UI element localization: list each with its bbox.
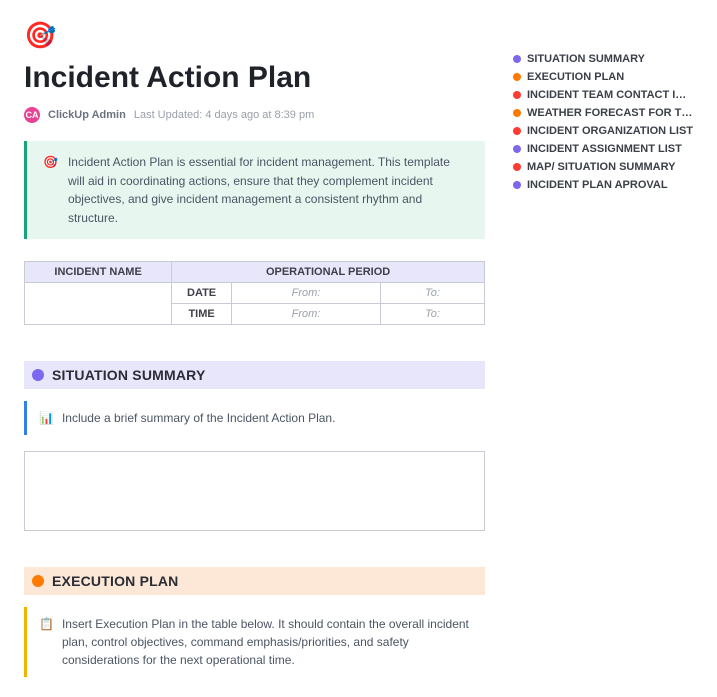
toc-label: INCIDENT ASSIGNMENT LIST bbox=[527, 143, 682, 155]
section-header-situation: SITUATION SUMMARY bbox=[24, 361, 485, 389]
byline: CA ClickUp Admin Last Updated: 4 days ag… bbox=[24, 107, 485, 123]
toc-item[interactable]: SITUATION SUMMARY bbox=[513, 50, 693, 68]
section-header-execution: EXECUTION PLAN bbox=[24, 567, 485, 595]
incident-table: INCIDENT NAME OPERATIONAL PERIOD DATE Fr… bbox=[24, 261, 485, 325]
toc-item[interactable]: WEATHER FORECAST FOR THE OPE... bbox=[513, 104, 693, 122]
toc-sidebar: SITUATION SUMMARY EXECUTION PLAN INCIDENT … bbox=[513, 20, 693, 194]
execution-note-text: Insert Execution Plan in the table below… bbox=[62, 615, 473, 669]
time-from[interactable]: From: bbox=[231, 304, 380, 325]
toc-label: INCIDENT TEAM CONTACT INFOR... bbox=[527, 89, 693, 101]
situation-content-box[interactable] bbox=[24, 451, 485, 531]
toc-item[interactable]: INCIDENT PLAN APROVAL bbox=[513, 176, 693, 194]
execution-note: 📋 Insert Execution Plan in the table bel… bbox=[24, 607, 485, 677]
dot-icon bbox=[32, 369, 44, 381]
toc-item[interactable]: INCIDENT ORGANIZATION LIST bbox=[513, 122, 693, 140]
page-title: Incident Action Plan bbox=[24, 61, 485, 95]
date-label: DATE bbox=[172, 283, 232, 304]
main-content: 🎯 Incident Action Plan CA ClickUp Admin … bbox=[24, 20, 485, 677]
dot-icon bbox=[513, 145, 521, 153]
col-incident-name: INCIDENT NAME bbox=[25, 262, 172, 283]
toc-label: WEATHER FORECAST FOR THE OPE... bbox=[527, 107, 693, 119]
heading-execution: EXECUTION PLAN bbox=[52, 573, 178, 589]
intro-text: Incident Action Plan is essential for in… bbox=[68, 153, 469, 227]
dot-icon bbox=[513, 127, 521, 135]
col-operational-period: OPERATIONAL PERIOD bbox=[172, 262, 485, 283]
dot-icon bbox=[513, 55, 521, 63]
chart-icon: 📊 bbox=[39, 409, 54, 427]
toc-label: MAP/ SITUATION SUMMARY bbox=[527, 161, 676, 173]
last-updated: Last Updated: 4 days ago at 8:39 pm bbox=[134, 109, 314, 121]
incident-name-cell[interactable] bbox=[25, 283, 172, 325]
dot-icon bbox=[513, 109, 521, 117]
toc-label: INCIDENT ORGANIZATION LIST bbox=[527, 125, 693, 137]
situation-note: 📊 Include a brief summary of the Inciden… bbox=[24, 401, 485, 435]
dot-icon bbox=[513, 73, 521, 81]
toc-label: EXECUTION PLAN bbox=[527, 71, 624, 83]
clipboard-icon: 📋 bbox=[39, 615, 54, 633]
date-to[interactable]: To: bbox=[381, 283, 485, 304]
dot-icon bbox=[32, 575, 44, 587]
time-to[interactable]: To: bbox=[381, 304, 485, 325]
dot-icon bbox=[513, 91, 521, 99]
toc-item[interactable]: MAP/ SITUATION SUMMARY bbox=[513, 158, 693, 176]
heading-situation: SITUATION SUMMARY bbox=[52, 367, 206, 383]
target-icon: 🎯 bbox=[43, 153, 58, 172]
date-from[interactable]: From: bbox=[231, 283, 380, 304]
author-name: ClickUp Admin bbox=[48, 109, 126, 121]
situation-note-text: Include a brief summary of the Incident … bbox=[62, 409, 335, 427]
time-label: TIME bbox=[172, 304, 232, 325]
toc-label: SITUATION SUMMARY bbox=[527, 53, 645, 65]
toc-label: INCIDENT PLAN APROVAL bbox=[527, 179, 668, 191]
intro-callout: 🎯 Incident Action Plan is essential for … bbox=[24, 141, 485, 239]
dot-icon bbox=[513, 163, 521, 171]
toc-item[interactable]: INCIDENT TEAM CONTACT INFOR... bbox=[513, 86, 693, 104]
target-icon: 🎯 bbox=[24, 20, 56, 51]
dot-icon bbox=[513, 181, 521, 189]
avatar: CA bbox=[24, 107, 40, 123]
toc-item[interactable]: EXECUTION PLAN bbox=[513, 68, 693, 86]
toc-item[interactable]: INCIDENT ASSIGNMENT LIST bbox=[513, 140, 693, 158]
